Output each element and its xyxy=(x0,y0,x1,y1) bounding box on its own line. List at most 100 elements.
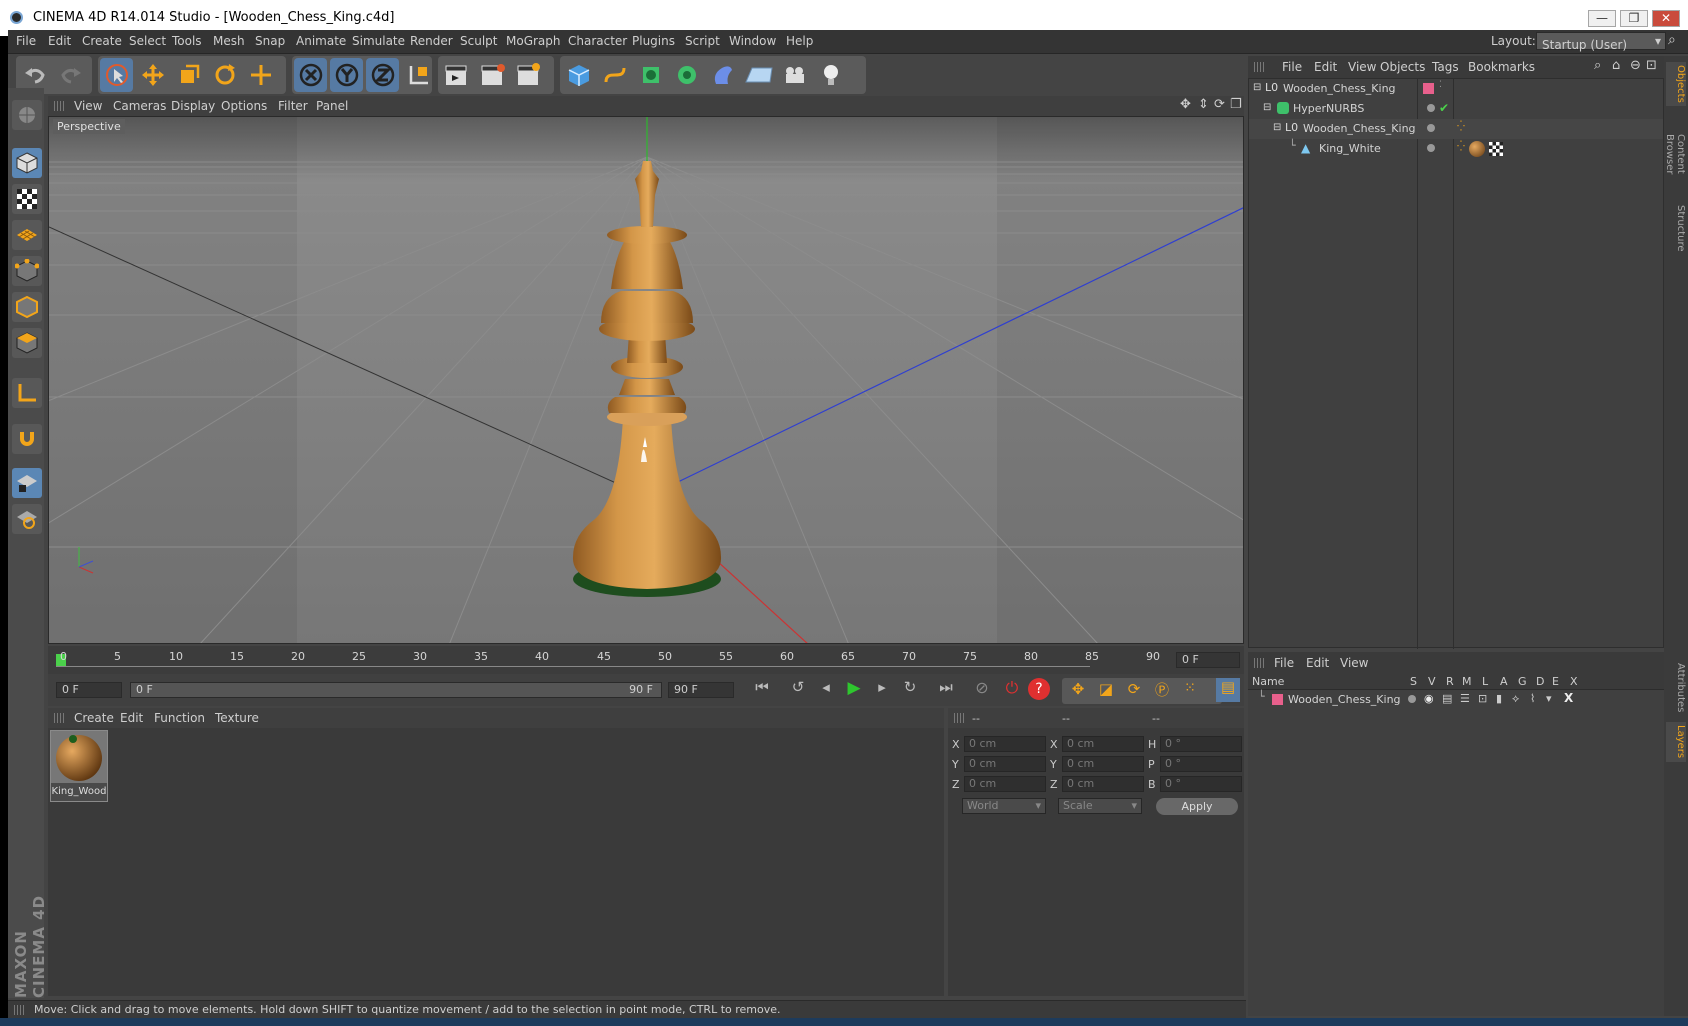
menu-character[interactable]: Character xyxy=(568,34,627,48)
coord-pos-z-field[interactable]: 0 cm xyxy=(964,776,1046,792)
menu-snap[interactable]: Snap xyxy=(255,34,285,48)
solo-toggle-icon[interactable] xyxy=(1408,695,1416,703)
make-editable-button[interactable] xyxy=(12,100,42,130)
quantize-button[interactable] xyxy=(12,504,42,534)
dolly-view-icon[interactable]: ⇕ xyxy=(1198,97,1209,112)
menu-file[interactable]: File xyxy=(16,34,36,48)
close-button[interactable]: ✕ xyxy=(1652,10,1680,27)
move-tool-button[interactable] xyxy=(136,58,169,92)
help-key-icon[interactable]: ? xyxy=(1028,678,1050,700)
minimize-button[interactable]: — xyxy=(1588,10,1616,27)
deformer-icon[interactable]: ⌇ xyxy=(1530,692,1535,705)
play-icon[interactable]: ▶ xyxy=(840,678,868,702)
key-rotation-icon[interactable]: ⟳ xyxy=(1122,680,1146,698)
layer-menu-view[interactable]: View xyxy=(1340,656,1368,670)
menu-simulate[interactable]: Simulate xyxy=(352,34,405,48)
layout-select[interactable]: Startup (User) ▾ xyxy=(1536,32,1666,52)
visibility-dots-icon[interactable]: ⁚ xyxy=(1439,80,1442,90)
live-selection-button[interactable] xyxy=(100,58,133,92)
tree-row-hypernurbs[interactable]: ⊟ HyperNURBS ✔ xyxy=(1249,99,1663,119)
menu-edit[interactable]: Edit xyxy=(48,34,71,48)
coord-space-select[interactable]: World ▾ xyxy=(962,798,1046,814)
add-camera-button[interactable] xyxy=(778,58,811,92)
lock-icon[interactable]: ⊡ xyxy=(1478,692,1487,705)
coordinate-system-button[interactable] xyxy=(402,58,435,92)
viewport-menu-panel[interactable]: Panel xyxy=(316,99,348,113)
coord-rot-h-field[interactable]: 0 ° xyxy=(1160,736,1242,752)
snap-button[interactable] xyxy=(12,424,42,454)
render-picture-viewer-button[interactable] xyxy=(476,58,509,92)
menu-select[interactable]: Select xyxy=(129,34,166,48)
menu-sculpt[interactable]: Sculpt xyxy=(460,34,497,48)
timeline-ruler[interactable]: 0 5 10 15 20 25 30 35 40 45 50 55 60 65 … xyxy=(48,646,1244,674)
menu-animate[interactable]: Animate xyxy=(296,34,346,48)
polygons-mode-button[interactable] xyxy=(12,328,42,358)
orbit-view-icon[interactable]: ⟳ xyxy=(1214,97,1225,112)
step-forward-icon[interactable]: ▸ xyxy=(868,678,896,702)
workplane-mode-button[interactable] xyxy=(12,220,42,250)
key-position-icon[interactable]: ✥ xyxy=(1066,680,1090,698)
uvw-tag-icon[interactable] xyxy=(1489,142,1503,156)
side-tab-content-browser[interactable]: Content Browser xyxy=(1664,114,1686,194)
key-pla-icon[interactable]: ⁙ xyxy=(1178,680,1202,696)
record-keys-disabled-icon[interactable]: ⊘ xyxy=(968,678,996,702)
y-axis-button[interactable] xyxy=(330,58,363,92)
object-menu-edit[interactable]: Edit xyxy=(1314,60,1337,74)
menu-create[interactable]: Create xyxy=(82,34,122,48)
add-cube-button[interactable] xyxy=(562,58,595,92)
key-parameter-icon[interactable]: Ⓟ xyxy=(1150,680,1174,700)
tree-row-child-null[interactable]: ⊟ L0 Wooden_Chess_King ⁛ xyxy=(1249,119,1663,139)
undo-button[interactable] xyxy=(18,58,51,92)
menu-help[interactable]: Help xyxy=(786,34,813,48)
material-menu-edit[interactable]: Edit xyxy=(120,711,143,725)
enabled-check-icon[interactable]: ✔ xyxy=(1439,101,1449,115)
material-menu-function[interactable]: Function xyxy=(154,711,205,725)
toggle-layout-icon[interactable]: ❐ xyxy=(1230,97,1242,112)
tree-row-king-white[interactable]: └ ▲ King_White ⁛ xyxy=(1249,139,1663,159)
object-menu-tags[interactable]: Tags xyxy=(1432,60,1459,74)
current-frame-field[interactable]: 0 F xyxy=(1176,652,1240,668)
object-menu-view[interactable]: View xyxy=(1348,60,1376,74)
add-array-button[interactable] xyxy=(670,58,703,92)
model-mode-button[interactable] xyxy=(12,148,42,178)
coord-mode-select[interactable]: Scale ▾ xyxy=(1058,798,1142,814)
coord-pos-x-field[interactable]: 0 cm xyxy=(964,736,1046,752)
collapse-icon[interactable]: ⊖ xyxy=(1630,58,1641,73)
viewport-camera-label[interactable]: Perspective xyxy=(53,119,125,134)
axis-mode-button[interactable] xyxy=(12,378,42,408)
step-back-icon[interactable]: ◂ xyxy=(812,678,840,702)
visibility-dot-icon[interactable] xyxy=(1427,144,1435,152)
add-spline-button[interactable] xyxy=(598,58,631,92)
menu-mesh[interactable]: Mesh xyxy=(213,34,245,48)
end-frame-field[interactable]: 90 F xyxy=(668,682,734,698)
xref-icon[interactable]: X xyxy=(1564,691,1573,705)
redo-button[interactable] xyxy=(54,58,87,92)
key-scale-icon[interactable]: ◪ xyxy=(1094,680,1118,698)
render-view-button[interactable] xyxy=(440,58,473,92)
apply-button[interactable]: Apply xyxy=(1156,798,1238,815)
material-menu-texture[interactable]: Texture xyxy=(215,711,259,725)
menu-tools[interactable]: Tools xyxy=(172,34,202,48)
coord-pos-y-field[interactable]: 0 cm xyxy=(964,756,1046,772)
layer-menu-edit[interactable]: Edit xyxy=(1306,656,1329,670)
add-light-button[interactable] xyxy=(814,58,847,92)
side-tab-attributes[interactable]: Attributes xyxy=(1666,660,1686,716)
tree-row-root-null[interactable]: ⊟ L0 Wooden_Chess_King ⁚ xyxy=(1249,79,1663,99)
render-settings-button[interactable] xyxy=(512,58,545,92)
recent-tool-button[interactable] xyxy=(244,58,277,92)
menu-script[interactable]: Script xyxy=(685,34,720,48)
coord-rot-p-field[interactable]: 0 ° xyxy=(1160,756,1242,772)
viewport-menu-view[interactable]: View xyxy=(74,99,102,113)
search-icon[interactable]: ⌕ xyxy=(1668,32,1676,48)
view-eye-icon[interactable]: ◉ xyxy=(1424,692,1434,705)
add-nurbs-button[interactable] xyxy=(634,58,667,92)
coord-size-x-field[interactable]: 0 cm xyxy=(1062,736,1144,752)
side-tab-structure[interactable]: Structure xyxy=(1666,202,1686,254)
expression-icon[interactable]: ▾ xyxy=(1546,692,1552,705)
viewport-menu-filter[interactable]: Filter xyxy=(278,99,308,113)
menu-mograph[interactable]: MoGraph xyxy=(506,34,561,48)
viewport-menu-options[interactable]: Options xyxy=(221,99,267,113)
go-to-end-icon[interactable]: ⏭ xyxy=(930,678,962,702)
menu-plugins[interactable]: Plugins xyxy=(632,34,675,48)
rotate-tool-button[interactable] xyxy=(208,58,241,92)
